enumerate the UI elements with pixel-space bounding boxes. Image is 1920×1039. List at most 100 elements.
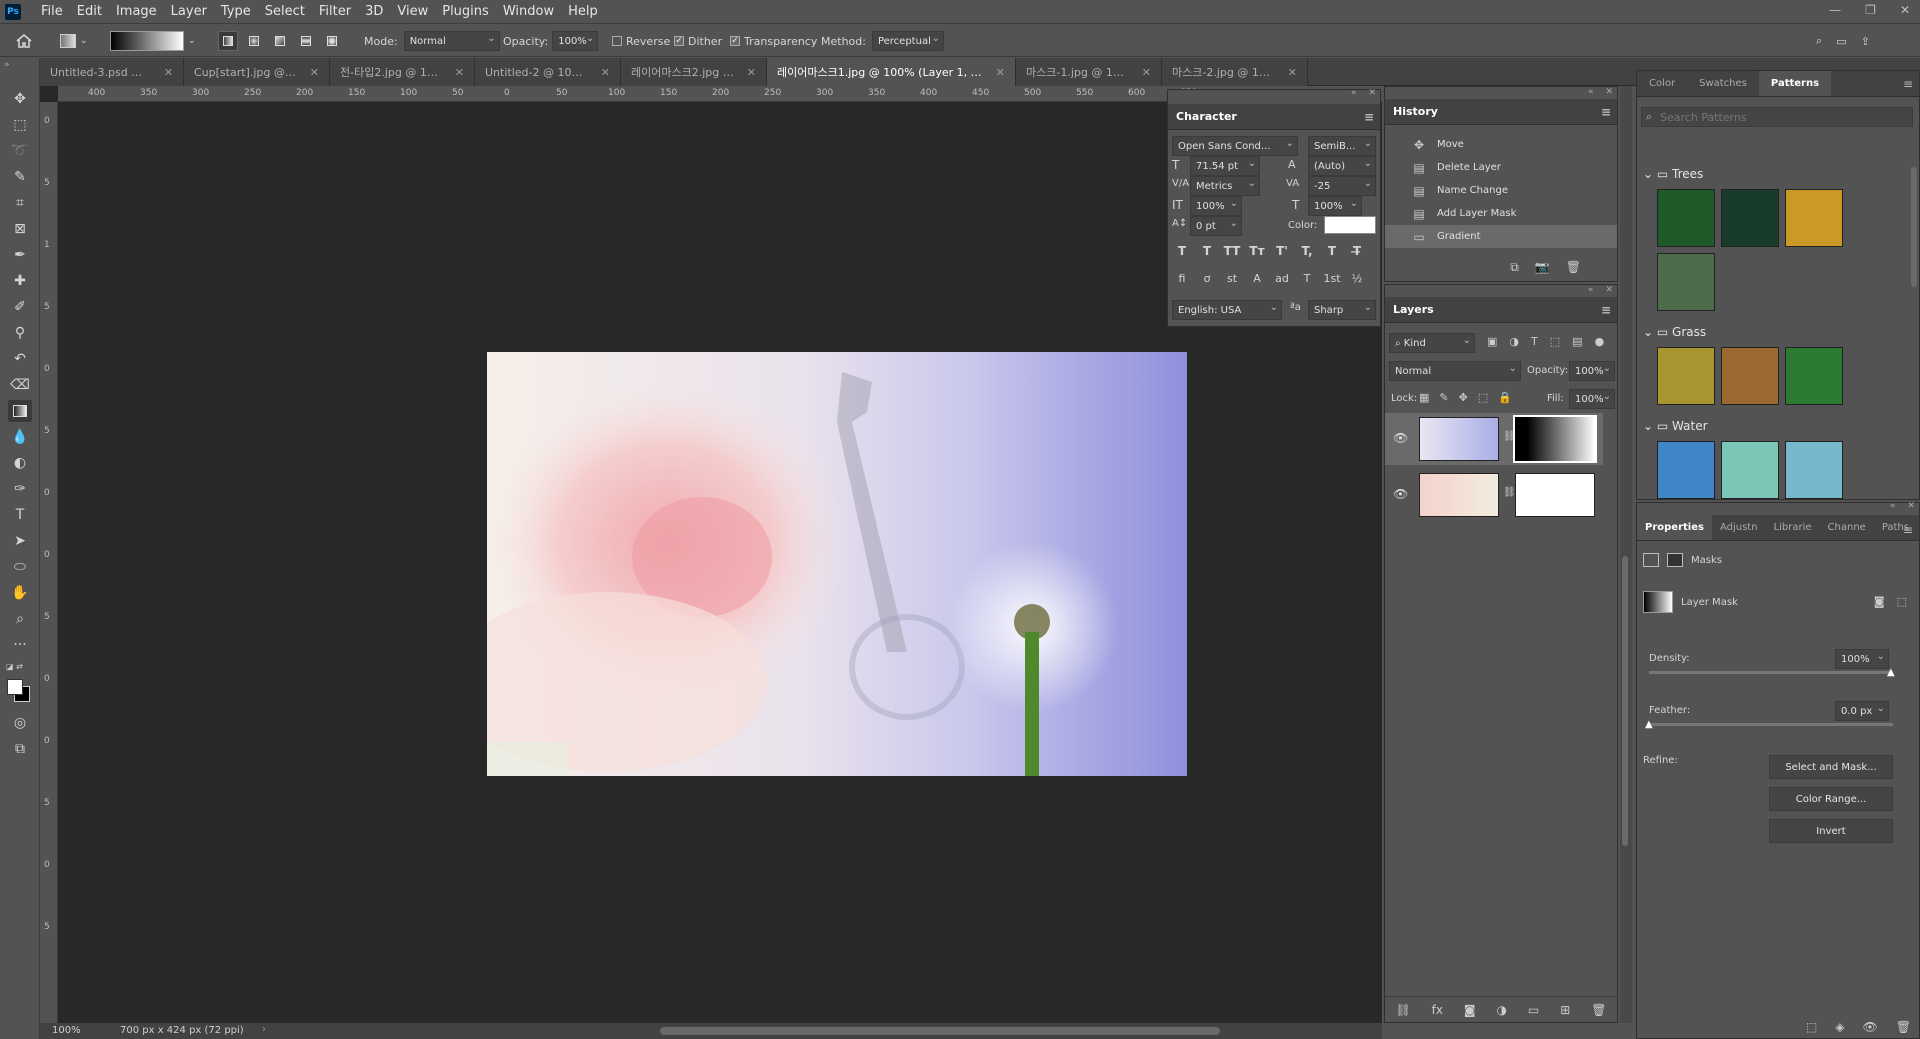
vector-mask-icon[interactable] xyxy=(1667,553,1683,567)
folder-icon[interactable]: ▭ xyxy=(1528,1003,1539,1017)
transparency-check-box[interactable]: ✓ xyxy=(730,36,740,46)
patterns-scrollbar[interactable] xyxy=(1911,167,1917,287)
collapse-icon[interactable]: « xyxy=(1588,285,1594,295)
menu-help[interactable]: Help xyxy=(561,0,605,24)
eyedropper-tool-icon[interactable]: ✒ xyxy=(8,244,32,266)
filter-toggle-icon[interactable]: ● xyxy=(1595,335,1605,348)
dither-checkbox[interactable]: ✓ Dither xyxy=(674,25,722,57)
hand-tool-icon[interactable]: ✋ xyxy=(8,582,32,604)
feather-field[interactable]: 0.0 px xyxy=(1835,701,1889,721)
feather-slider-thumb[interactable]: ▲ xyxy=(1645,719,1653,730)
history-state[interactable]: ▤ Name Change xyxy=(1385,179,1617,202)
close-tab-icon[interactable]: ✕ xyxy=(1142,66,1151,79)
density-field[interactable]: 100% xyxy=(1835,649,1889,669)
filter-kind-dropdown[interactable]: ⌕ Kind xyxy=(1389,333,1475,353)
menu-image[interactable]: Image xyxy=(109,0,164,24)
search-patterns-field[interactable]: ⌕ xyxy=(1641,107,1913,127)
invert-button[interactable]: Invert xyxy=(1769,819,1893,843)
kerning-dropdown[interactable]: Metrics xyxy=(1190,176,1260,196)
workspace-icon[interactable]: ▭ xyxy=(1836,35,1846,48)
apply-mask-icon[interactable]: ◈ xyxy=(1835,1020,1844,1034)
document-info[interactable]: 700 px x 424 px (72 ppi) xyxy=(120,1025,244,1036)
blur-tool-icon[interactable]: 💧 xyxy=(8,426,32,448)
trash-icon[interactable]: 🗑 xyxy=(1896,1020,1911,1034)
close-window-button[interactable]: ✕ xyxy=(1900,3,1910,17)
tab-color[interactable]: Color xyxy=(1637,71,1687,96)
panel-menu-icon[interactable]: ≡ xyxy=(1903,523,1913,537)
anti-alias-dropdown[interactable]: Sharp xyxy=(1308,300,1376,320)
close-icon[interactable]: ✕ xyxy=(1907,501,1915,511)
opacity-dropdown[interactable]: 100% xyxy=(552,31,599,51)
menu-file[interactable]: File xyxy=(34,0,70,24)
marquee-tool-icon[interactable]: ⬚ xyxy=(8,114,32,136)
pattern-swatch[interactable] xyxy=(1785,347,1843,405)
select-and-mask-button[interactable]: Select and Mask... xyxy=(1769,755,1893,779)
history-state[interactable]: ▭ Gradient xyxy=(1385,225,1617,248)
document-tab[interactable]: 전-타입2.jpg @ 150% (JU... ✕ xyxy=(330,58,475,86)
typography-button[interactable]: T xyxy=(1197,244,1217,258)
dither-check-box[interactable]: ✓ xyxy=(674,36,684,46)
pixel-filter-icon[interactable]: ▣ xyxy=(1487,335,1497,348)
gradient-picker[interactable]: ⌄ xyxy=(110,25,196,57)
font-size-field[interactable]: 71.54 pt xyxy=(1190,156,1260,176)
brush-tool-icon[interactable]: ✐ xyxy=(8,296,32,318)
quick-mask-icon[interactable]: ◎ xyxy=(8,712,32,734)
zoom-level[interactable]: 100% xyxy=(52,1025,81,1036)
leading-field[interactable]: (Auto) xyxy=(1308,156,1376,176)
adjustment-filter-icon[interactable]: ◑ xyxy=(1509,335,1519,348)
layer-row[interactable]: 👁 ⛓ xyxy=(1385,469,1603,521)
smart-object-filter-icon[interactable]: ▤ xyxy=(1572,335,1582,348)
menu-view[interactable]: View xyxy=(390,0,435,24)
language-dropdown[interactable]: English: USA xyxy=(1172,300,1282,320)
lock-all-icon[interactable]: 🔒 xyxy=(1498,391,1512,404)
visibility-eye-icon[interactable]: 👁 xyxy=(1393,431,1408,445)
history-brush-tool-icon[interactable]: ↶ xyxy=(8,348,32,370)
typography-button[interactable]: Tт xyxy=(1247,244,1267,258)
typography-button[interactable]: TT xyxy=(1222,244,1242,258)
tab-adjustn[interactable]: Adjustn xyxy=(1712,515,1766,540)
font-family-dropdown[interactable]: Open Sans Cond... xyxy=(1172,136,1298,156)
minimize-button[interactable]: — xyxy=(1829,3,1841,17)
blend-mode-dropdown[interactable]: Normal xyxy=(1389,361,1521,381)
density-slider-track[interactable] xyxy=(1649,671,1893,674)
path-select-tool-icon[interactable]: ➤ xyxy=(8,530,32,552)
healing-tool-icon[interactable]: ✚ xyxy=(8,270,32,292)
menu-type[interactable]: Type xyxy=(214,0,258,24)
search-icon[interactable]: ⌕ xyxy=(1816,34,1822,48)
document-tab[interactable]: Untitled-3.psd @ 100% (... ✕ xyxy=(40,58,184,86)
radial-gradient-icon[interactable] xyxy=(244,31,264,51)
pattern-group-header[interactable]: ⌄ ▭ Grass xyxy=(1643,325,1706,339)
search-patterns-input[interactable] xyxy=(1660,109,1900,125)
document-tab[interactable]: 레이어마스크1.jpg @ 100% (Layer 1, Layer Mask/… xyxy=(767,58,1016,86)
horizontal-scale-field[interactable]: 100% xyxy=(1308,196,1362,216)
typography-button[interactable]: T xyxy=(1172,244,1192,258)
home-icon[interactable] xyxy=(15,25,33,57)
lock-transparent-icon[interactable]: ▦ xyxy=(1419,391,1429,404)
panel-menu-icon[interactable]: ≡ xyxy=(1601,105,1611,119)
link-layers-icon[interactable]: ⛓ xyxy=(1395,1003,1410,1017)
panel-menu-icon[interactable]: ≡ xyxy=(1601,303,1611,317)
document-tab[interactable]: 마스크-1.jpg @ 100% (RG... ✕ xyxy=(1016,58,1162,86)
tool-preset-picker[interactable]: ⌄ xyxy=(60,25,88,57)
layer-row-active[interactable]: 👁 ⛓ xyxy=(1385,413,1603,465)
close-icon[interactable]: ✕ xyxy=(1368,88,1376,98)
frame-tool-icon[interactable]: ⊠ xyxy=(8,218,32,240)
foreground-color-swatch[interactable] xyxy=(7,679,23,695)
menu-3d[interactable]: 3D xyxy=(358,0,390,24)
tab-patterns[interactable]: Patterns xyxy=(1758,71,1832,96)
lock-image-icon[interactable]: ✎ xyxy=(1439,391,1448,404)
select-pixel-mask-icon[interactable]: ◙ xyxy=(1874,595,1885,608)
opentype-button[interactable]: fi xyxy=(1172,272,1192,285)
opentype-button[interactable]: ½ xyxy=(1347,272,1367,285)
text-color-swatch[interactable] xyxy=(1324,216,1376,234)
menu-plugins[interactable]: Plugins xyxy=(435,0,496,24)
pattern-swatch[interactable] xyxy=(1721,347,1779,405)
shape-tool-icon[interactable]: ⬭ xyxy=(8,556,32,578)
menu-edit[interactable]: Edit xyxy=(70,0,109,24)
layer-mask-thumbnail[interactable] xyxy=(1515,473,1595,517)
vertical-scale-field[interactable]: 100% xyxy=(1190,196,1242,216)
font-style-dropdown[interactable]: SemiB... xyxy=(1308,136,1376,156)
pattern-swatch[interactable] xyxy=(1657,441,1715,499)
add-vector-mask-icon[interactable]: ⬚ xyxy=(1897,595,1907,608)
dodge-tool-icon[interactable]: ◐ xyxy=(8,452,32,474)
